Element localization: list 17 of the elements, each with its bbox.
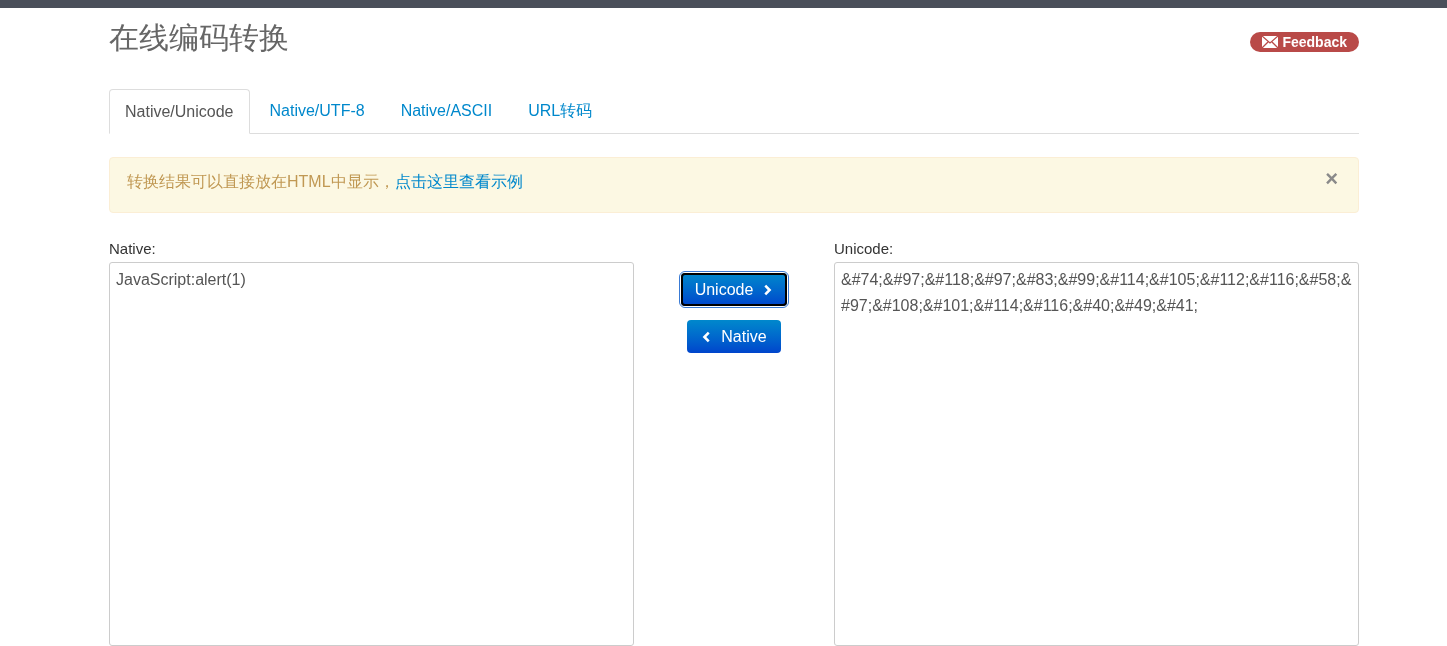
chevron-right-icon <box>761 282 774 297</box>
unicode-output[interactable]: &#74;&#97;&#118;&#97;&#83;&#99;&#114;&#105;&#112;&#116;&#58;&#97;&#108;&#101;&#114;&#116;&#40;&#49;&#41; <box>834 262 1359 646</box>
tab[interactable]: URL转码 <box>512 89 609 133</box>
page-title: 在线编码转换 <box>109 20 289 56</box>
alert-message: 转换结果可以直接放在HTML中显示，点击这里查看示例 <box>127 172 523 192</box>
native-input[interactable]: JavaScript:alert(1) <box>109 262 634 646</box>
feedback-button[interactable]: Feedback <box>1250 32 1359 52</box>
tab[interactable]: Native/UTF-8 <box>253 89 381 133</box>
tab[interactable]: Native/Unicode <box>109 89 250 134</box>
tab[interactable]: Native/ASCII <box>384 89 509 133</box>
native-label: Native: <box>109 239 157 259</box>
native-button[interactable]: Native <box>687 320 781 353</box>
unicode-label: Unicode: <box>834 239 895 259</box>
envelope-icon <box>1262 36 1279 48</box>
unicode-button[interactable]: Unicode <box>680 273 788 306</box>
close-button[interactable]: × <box>1325 170 1338 188</box>
example-link[interactable]: 点击这里查看示例 <box>394 173 523 190</box>
